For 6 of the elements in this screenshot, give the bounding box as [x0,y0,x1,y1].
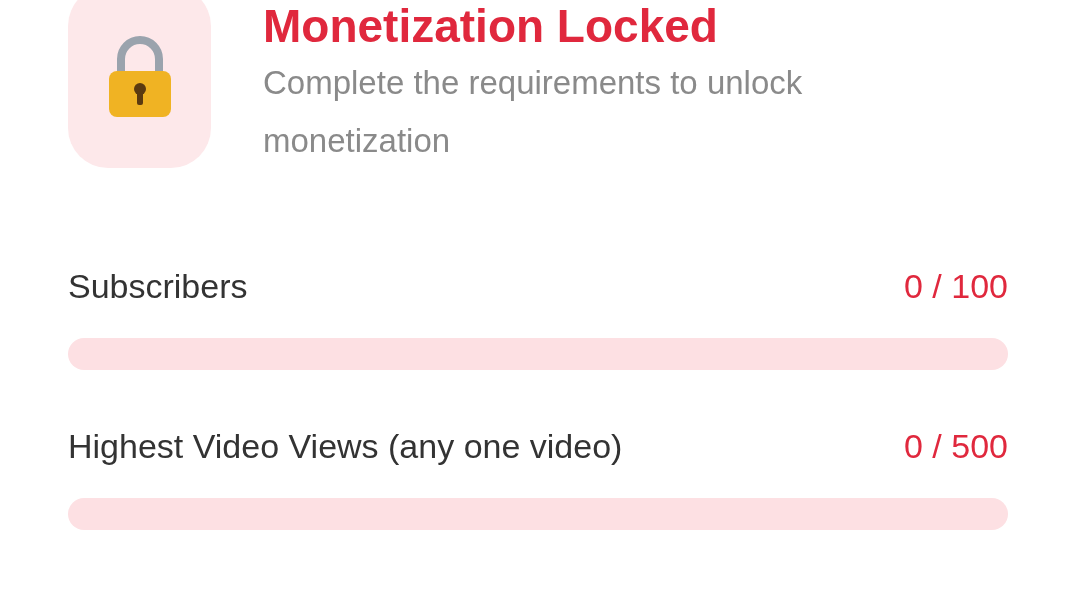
requirement-label: Subscribers [68,266,248,306]
progress-reading: 0 / 100 [904,266,1008,306]
subtitle: Complete the requirements to unlock monetization [263,63,804,161]
progress-reading: 0 / 500 [904,426,1008,466]
title: Monetization Locked [263,0,719,52]
requirement-label: Highest Video Views (any one video) [68,426,623,466]
